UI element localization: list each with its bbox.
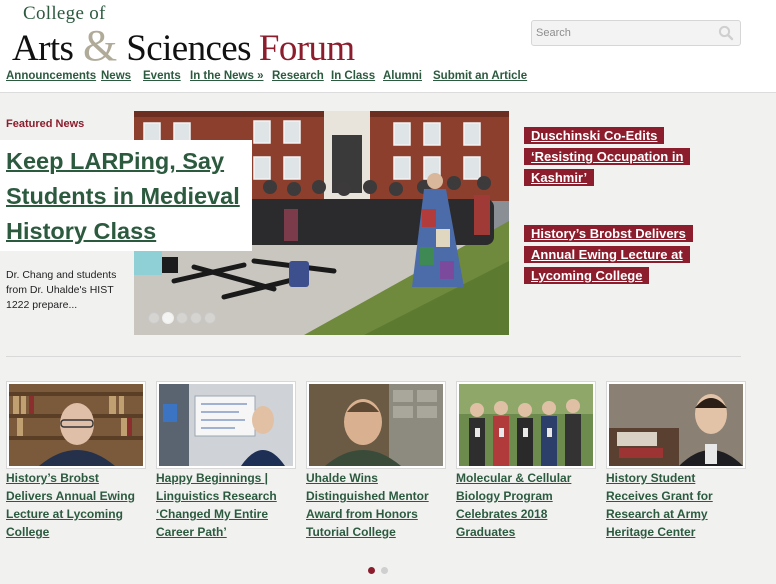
side-story-1: Duschinski Co-Edits ‘Resisting Occupatio… (524, 125, 714, 188)
nav-in-class[interactable]: In Class (331, 70, 375, 82)
logo-forum: Forum (258, 28, 355, 69)
nav-news[interactable]: News (101, 70, 131, 82)
slide-dot-3[interactable] (176, 312, 188, 324)
news-card-1-title: History’s Brobst Delivers Annual Ewing L… (6, 469, 144, 541)
news-card-1-thumbnail[interactable] (6, 381, 146, 469)
logo-ampersand: & (82, 21, 117, 70)
news-card-3-link[interactable]: Uhalde Wins Distinguished Mentor Award f… (306, 471, 429, 539)
pager-dot-2[interactable] (381, 567, 388, 574)
news-card-5-title: History Student Receives Grant for Resea… (606, 469, 744, 541)
featured-news-label: Featured News (6, 118, 85, 130)
slide-dot-4[interactable] (190, 312, 202, 324)
site-header: College of Arts & SciencesForum Announce… (0, 0, 776, 92)
featured-headline: Keep LARPing, Say Students in Medieval H… (0, 140, 252, 251)
nav-in-the-news[interactable]: In the News » (190, 70, 264, 82)
site-logo[interactable]: College of Arts & Sciences Forum (10, 2, 390, 70)
nav-research[interactable]: Research (272, 70, 324, 82)
news-card-2-link[interactable]: Happy Beginnings | Linguistics Research … (156, 471, 277, 539)
logo-sciences: Sciences (126, 28, 251, 69)
side-story-2-link[interactable]: History’s Brobst Delivers Annual Ewing L… (524, 225, 693, 284)
nav-alumni[interactable]: Alumni (383, 70, 422, 82)
carousel-pager (368, 567, 392, 577)
news-card-3-thumbnail[interactable] (306, 381, 446, 469)
pager-dot-1[interactable] (368, 567, 375, 574)
nav-announcements[interactable]: Announcements (6, 70, 96, 82)
news-card-5-thumbnail[interactable] (606, 381, 746, 469)
news-card-5-link[interactable]: History Student Receives Grant for Resea… (606, 471, 713, 539)
nav-submit-article[interactable]: Submit an Article (433, 70, 527, 82)
slide-dot-5[interactable] (204, 312, 216, 324)
news-card-4-thumbnail[interactable] (456, 381, 596, 469)
news-card-2-title: Happy Beginnings | Linguistics Research … (156, 469, 294, 541)
slide-dot-2[interactable] (162, 312, 174, 324)
search-input[interactable] (536, 25, 716, 41)
slide-dot-1[interactable] (148, 312, 160, 324)
news-card-2-thumbnail[interactable] (156, 381, 296, 469)
side-story-1-link[interactable]: Duschinski Co-Edits ‘Resisting Occupatio… (524, 127, 691, 186)
section-divider (6, 356, 741, 357)
side-story-2: History’s Brobst Delivers Annual Ewing L… (524, 223, 714, 286)
featured-headline-link[interactable]: Keep LARPing, Say Students in Medieval H… (6, 148, 240, 244)
logo-arts: Arts (12, 28, 74, 69)
featured-excerpt: Dr. Chang and students from Dr. Uhalde's… (6, 269, 117, 311)
news-card-1-link[interactable]: History’s Brobst Delivers Annual Ewing L… (6, 471, 135, 539)
logo-wordmark: Arts & Sciences Forum (12, 20, 355, 71)
search-box (531, 20, 741, 46)
header-divider (0, 92, 776, 93)
search-icon[interactable] (718, 25, 734, 41)
news-card-4-link[interactable]: Molecular & Cellular Biology Program Cel… (456, 471, 571, 539)
nav-events[interactable]: Events (143, 70, 181, 82)
news-card-3-title: Uhalde Wins Distinguished Mentor Award f… (306, 469, 444, 541)
news-card-4-title: Molecular & Cellular Biology Program Cel… (456, 469, 594, 541)
